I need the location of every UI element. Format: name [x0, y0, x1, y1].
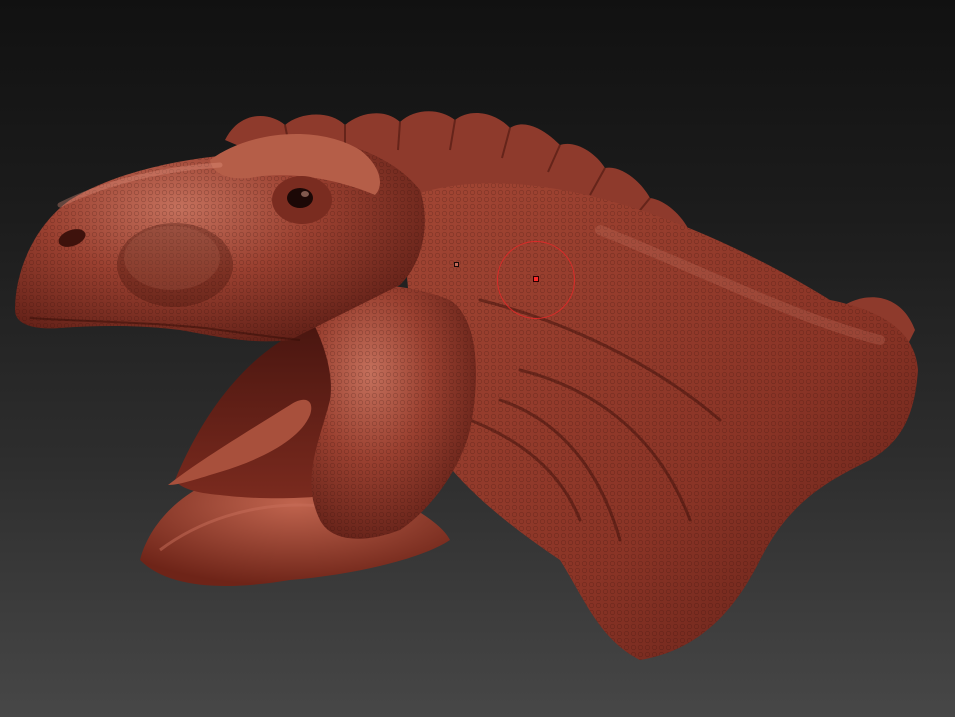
brush-cursor-center	[533, 276, 539, 282]
transpose-pivot-marker[interactable]	[454, 262, 459, 267]
eye	[287, 188, 313, 208]
sculpt-model[interactable]	[0, 0, 955, 717]
document-canvas[interactable]	[0, 0, 955, 717]
